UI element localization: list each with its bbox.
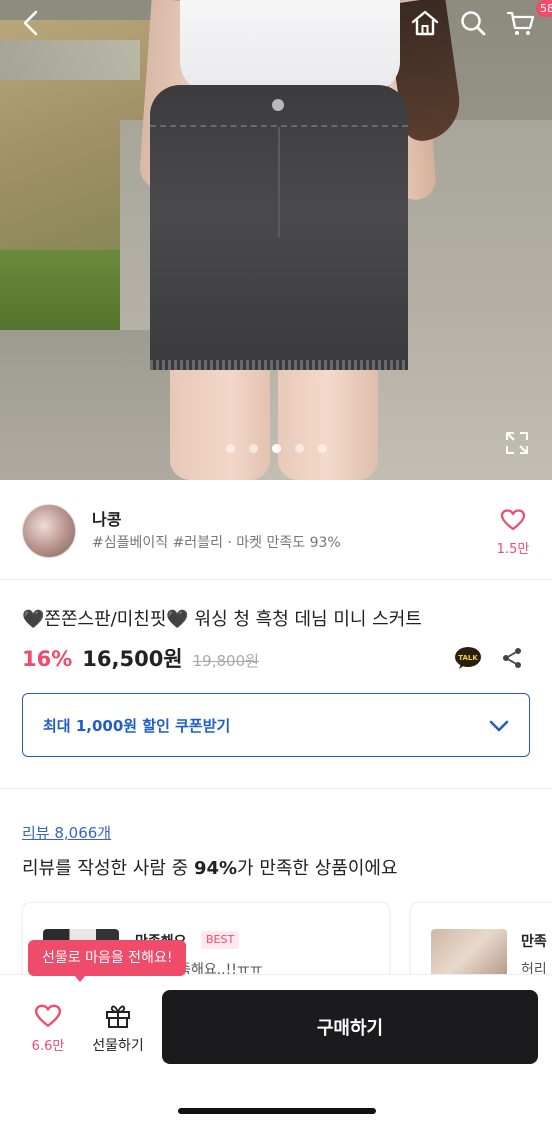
chevron-down-icon <box>487 714 511 738</box>
seller-info[interactable]: 나콩 #심플베이직 #러블리 · 마켓 만족도 93% 1.5만 <box>0 480 552 580</box>
satisfaction-percent: 94% <box>193 858 238 879</box>
cart-icon[interactable] <box>504 6 538 40</box>
section-divider <box>0 788 552 789</box>
expand-icon[interactable] <box>504 430 530 456</box>
original-price: 19,800원 <box>192 652 259 670</box>
seller-avatar[interactable] <box>22 504 76 558</box>
coupon-label: 최대 1,000원 할인 쿠폰받기 <box>43 717 231 735</box>
carousel-dot[interactable] <box>248 444 258 453</box>
carousel-dot-active[interactable] <box>271 444 281 453</box>
gift-label: 선물하기 <box>92 1038 144 1054</box>
denim-skirt <box>150 85 408 370</box>
home-icon[interactable] <box>408 6 442 40</box>
best-badge: BEST <box>201 931 240 949</box>
product-image[interactable] <box>0 0 552 480</box>
share-icon[interactable] <box>500 646 524 670</box>
cart-count-badge: 58 <box>536 0 552 17</box>
skirt-raw-hem <box>150 360 408 370</box>
gift-tooltip: 선물로 마음을 전해요! <box>28 940 187 982</box>
carousel-dot[interactable] <box>317 444 327 453</box>
carousel-indicator <box>0 444 552 453</box>
skirt-button <box>272 99 284 111</box>
buy-button[interactable]: 구매하기 <box>162 990 538 1064</box>
review-summary: 리뷰를 작성한 사람 중 94%가 만족한 상품이에요 <box>22 858 398 879</box>
review-rating-label: 만족 <box>521 934 547 950</box>
review-count-link[interactable]: 리뷰 8,066개 <box>22 822 111 843</box>
heart-icon <box>500 509 526 531</box>
product-title: 🖤쫀쫀스판/미친핏🖤 워싱 청 흑청 데님 미니 스커트 <box>22 609 422 630</box>
carousel-dot[interactable] <box>294 444 304 453</box>
sale-price: 16,500원 <box>82 647 183 671</box>
discount-rate: 16% <box>22 647 73 671</box>
heart-icon <box>34 1004 62 1027</box>
seller-name[interactable]: 나콩 <box>92 506 121 530</box>
model-shirt <box>180 0 400 92</box>
seller-like-count: 1.5만 <box>496 542 530 557</box>
review-photo <box>431 929 507 977</box>
back-icon[interactable] <box>14 6 48 40</box>
search-icon[interactable] <box>456 6 490 40</box>
svg-text:TALK: TALK <box>458 654 478 662</box>
seller-tags: #심플베이직 #러블리 · 마켓 만족도 93% <box>92 535 341 551</box>
model-leg-left <box>170 368 270 480</box>
coupon-download-button[interactable]: 최대 1,000원 할인 쿠폰받기 <box>22 693 530 757</box>
seller-like-button[interactable]: 1.5만 <box>490 508 536 557</box>
gift-button[interactable]: 선물하기 <box>86 1003 150 1055</box>
model-leg-right <box>278 368 378 480</box>
gift-icon <box>106 1005 130 1028</box>
carousel-dot[interactable] <box>225 444 235 453</box>
background-water <box>0 40 140 80</box>
home-indicator <box>178 1108 376 1114</box>
kakao-talk-icon[interactable]: TALK <box>454 646 482 670</box>
price-row: 16% 16,500원 19,800원 <box>22 643 259 673</box>
like-button[interactable]: 6.6만 <box>20 1003 76 1054</box>
like-count: 6.6만 <box>31 1039 65 1054</box>
skirt-seam <box>278 127 280 237</box>
